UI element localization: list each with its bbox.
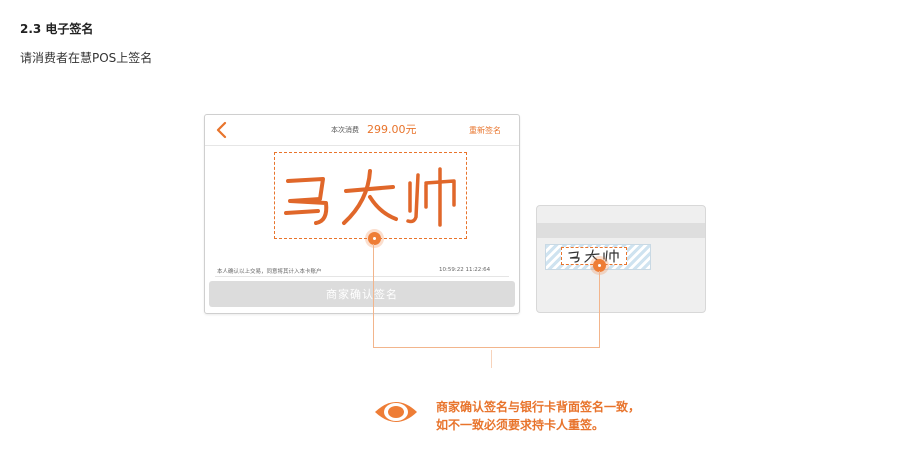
amount-value: 299.00元 — [367, 123, 417, 136]
connector-line — [599, 271, 600, 348]
merchant-confirm-button[interactable]: 商家确认签名 — [209, 281, 515, 307]
handwritten-signature — [275, 153, 466, 238]
transaction-time: 10:59:22 11:22:64 — [439, 267, 491, 273]
message-line-1: 商家确认签名与银行卡背面签名一致， — [436, 400, 641, 414]
resign-button[interactable]: 重新签名 — [469, 125, 501, 136]
connector-line — [373, 347, 600, 348]
signature-marker-dot — [368, 232, 381, 245]
signature-pad[interactable] — [274, 152, 467, 239]
bank-card-back — [536, 205, 706, 313]
message-line-2: 如不一致必须要求持卡人重签。 — [436, 418, 605, 432]
pos-screen: 本次消费 299.00元 重新签名 本人确认以上交易，同意将其计入本卡账户 10… — [204, 114, 520, 314]
chevron-left-icon[interactable] — [214, 121, 230, 139]
connector-line — [491, 350, 492, 368]
section-heading: 2.3 电子签名 — [20, 22, 94, 36]
section-intro: 请消费者在慧POS上签名 — [20, 51, 153, 65]
divider — [215, 276, 509, 277]
magnetic-stripe — [537, 223, 705, 238]
agreement-note: 本人确认以上交易，同意将其计入本卡账户 — [217, 269, 322, 275]
amount-label: 本次消费 — [331, 126, 359, 134]
pos-top-bar: 本次消费 299.00元 重新签名 — [205, 115, 519, 146]
connector-line — [373, 244, 374, 348]
signature-drawing — [284, 166, 456, 227]
eye-icon — [375, 402, 417, 422]
